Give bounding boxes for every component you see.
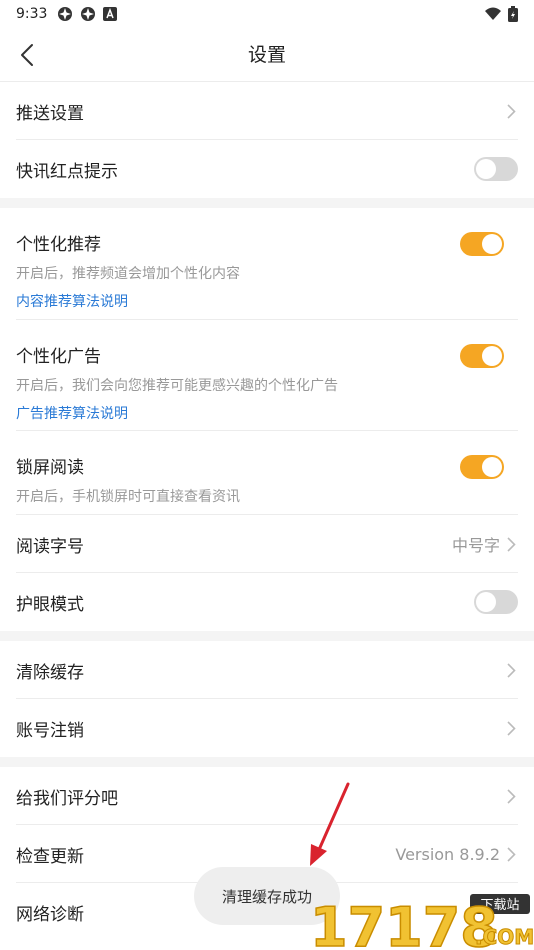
battery-icon: [508, 6, 518, 22]
app-notification-icon: [58, 7, 73, 21]
status-time: 9:33: [16, 6, 48, 22]
font-size-value: 中号字: [451, 536, 500, 555]
personal-recommend-label: 个性化推荐: [16, 235, 101, 255]
toggle-knob: [482, 346, 502, 366]
row-right: [474, 590, 518, 614]
personal-ads-text: 个性化广告 开启后，我们会向您推荐可能更感兴趣的个性化广告 广告推荐算法说明: [16, 342, 338, 423]
row-right: Version 8.9.2: [395, 845, 518, 864]
clear-cache-row[interactable]: 清除缓存: [0, 641, 534, 699]
personal-ads-row: 个性化广告 开启后，我们会向您推荐可能更感兴趣的个性化广告 广告推荐算法说明: [0, 320, 534, 431]
recommend-algorithm-link[interactable]: 内容推荐算法说明: [16, 291, 240, 311]
font-size-row[interactable]: 阅读字号 中号字: [0, 515, 534, 573]
network-diagnosis-label: 网络诊断: [16, 904, 84, 925]
ads-algorithm-link[interactable]: 广告推荐算法说明: [16, 403, 338, 423]
page-title: 设置: [247, 44, 286, 66]
personal-recommend-toggle[interactable]: [460, 232, 504, 256]
rate-row[interactable]: 给我们评分吧: [0, 767, 534, 825]
toggle-knob: [482, 457, 502, 477]
row-right: [504, 661, 518, 679]
flash-dot-row: 快讯红点提示: [0, 140, 534, 198]
account-cancel-label: 账号注销: [16, 720, 84, 741]
toggle-knob: [482, 234, 502, 254]
status-notification-icons: [57, 6, 118, 22]
personal-recommend-text: 个性化推荐 开启后，推荐频道会增加个性化内容 内容推荐算法说明: [16, 230, 240, 311]
row-right: [504, 102, 518, 120]
row-right: [504, 787, 518, 805]
watermark-sub-text: .COM: [475, 925, 534, 949]
app-notification-icon: [81, 7, 96, 21]
section-gap: [0, 757, 534, 767]
row-right: [460, 232, 504, 256]
status-bar: 9:33: [0, 0, 534, 28]
personal-ads-toggle[interactable]: [460, 344, 504, 368]
lock-read-desc: 开启后，手机锁屏时可直接查看资讯: [16, 489, 240, 505]
check-update-label: 检查更新: [16, 846, 84, 867]
lock-read-text: 锁屏阅读 开启后，手机锁屏时可直接查看资讯: [16, 453, 240, 506]
section-gap: [0, 198, 534, 208]
row-right: [460, 455, 504, 479]
eye-mode-row: 护眼模式: [0, 573, 534, 631]
personal-ads-label: 个性化广告: [16, 347, 101, 367]
chevron-right-icon: [504, 845, 518, 863]
chevron-right-icon: [504, 661, 518, 679]
lock-read-row: 锁屏阅读 开启后，手机锁屏时可直接查看资讯: [0, 431, 534, 515]
nav-bar: 设置: [0, 28, 534, 82]
push-settings-label: 推送设置: [16, 103, 84, 124]
annotation-arrow-icon: [310, 782, 350, 866]
settings-list: 推送设置 快讯红点提示 个性化推荐 开启后，推荐频道会增加个性化内容 内容推荐算…: [0, 82, 534, 941]
clear-cache-label: 清除缓存: [16, 662, 84, 683]
row-right: [460, 344, 504, 368]
chevron-right-icon: [504, 719, 518, 737]
lock-read-label: 锁屏阅读: [16, 458, 84, 478]
toggle-knob: [476, 592, 496, 612]
chevron-right-icon: [504, 535, 518, 553]
chevron-right-icon: [504, 102, 518, 120]
section-gap: [0, 631, 534, 641]
account-cancel-row[interactable]: 账号注销: [0, 699, 534, 757]
lock-read-toggle[interactable]: [460, 455, 504, 479]
toggle-knob: [476, 159, 496, 179]
row-right: [504, 719, 518, 737]
toast-text: 清理缓存成功: [221, 887, 312, 906]
site-watermark-logo: 下载站 17178 .COM: [310, 894, 534, 950]
font-size-label: 阅读字号: [16, 536, 84, 557]
wifi-icon: [485, 7, 501, 20]
status-system-icons: [484, 6, 518, 22]
chevron-right-icon: [504, 787, 518, 805]
a-notification-icon: [103, 7, 118, 21]
watermark-main-text: 17178: [310, 896, 498, 950]
personal-ads-desc: 开启后，我们会向您推荐可能更感兴趣的个性化广告: [16, 378, 338, 394]
push-settings-row[interactable]: 推送设置: [0, 82, 534, 140]
rate-label: 给我们评分吧: [16, 788, 118, 809]
flash-dot-toggle[interactable]: [474, 157, 518, 181]
flash-dot-label: 快讯红点提示: [16, 161, 118, 182]
eye-mode-label: 护眼模式: [16, 594, 84, 615]
eye-mode-toggle[interactable]: [474, 590, 518, 614]
personal-recommend-desc: 开启后，推荐频道会增加个性化内容: [16, 266, 240, 282]
version-value: Version 8.9.2: [395, 844, 500, 864]
row-right: 中号字: [452, 532, 518, 556]
personal-recommend-row: 个性化推荐 开启后，推荐频道会增加个性化内容 内容推荐算法说明: [0, 208, 534, 320]
row-right: [474, 157, 518, 181]
